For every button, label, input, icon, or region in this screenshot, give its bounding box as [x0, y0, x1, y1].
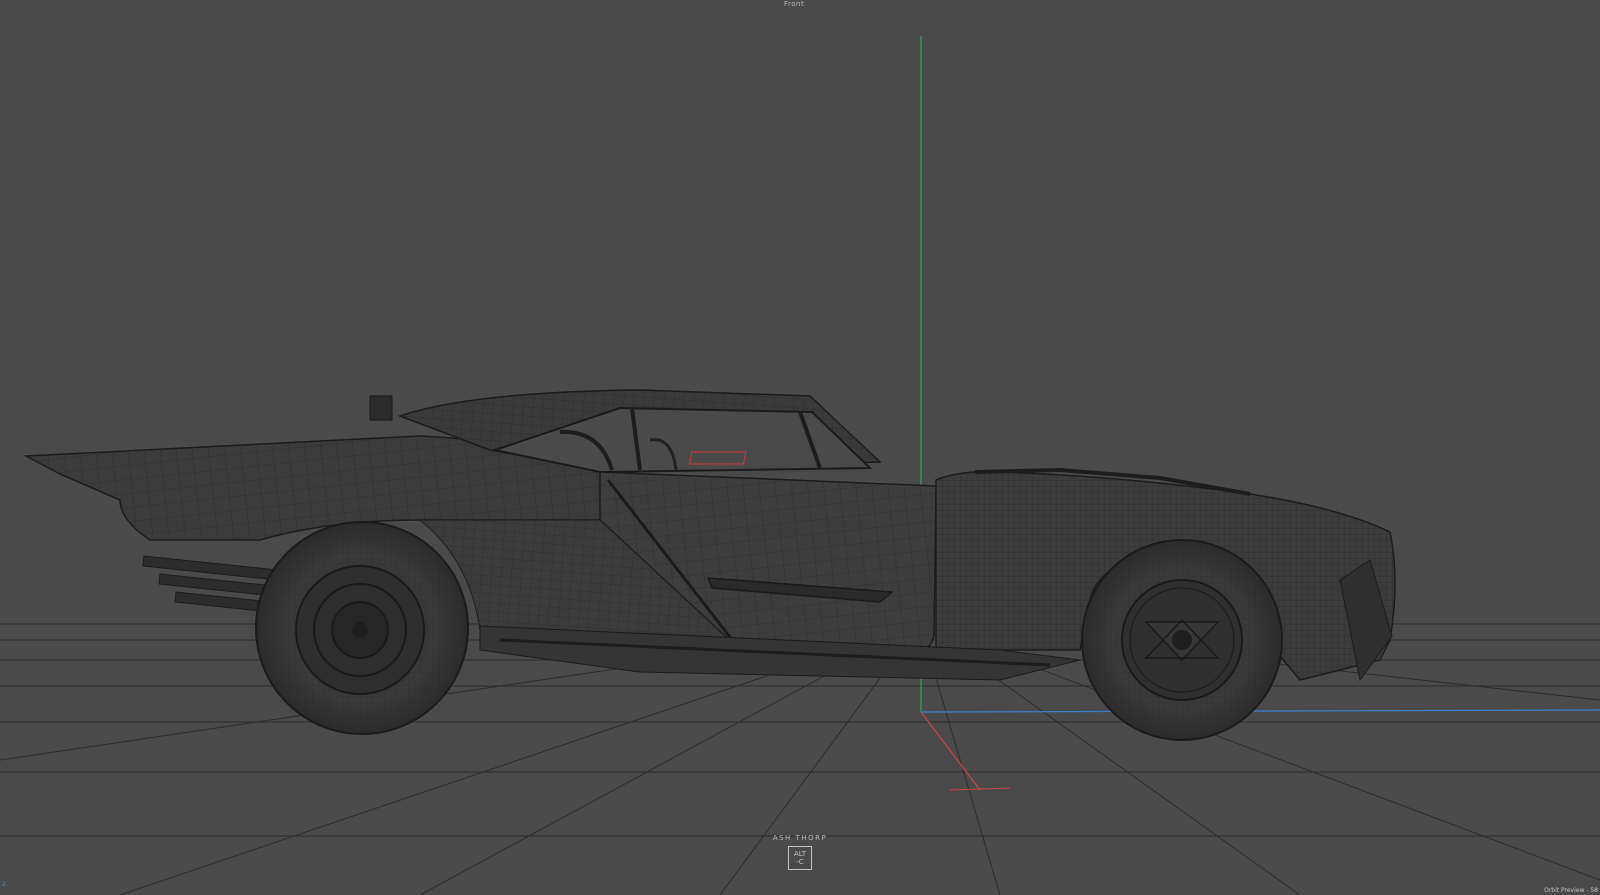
watermark-logo-line1: ALT: [793, 850, 806, 858]
bottom-right-label: Orbit Preview - 58: [1544, 887, 1598, 894]
x-axis-line: [920, 711, 981, 791]
viewport-scene[interactable]: [0, 0, 1600, 895]
3d-viewport[interactable]: Front ASH THORP ALT -C 2 Orbit Preview -…: [0, 0, 1600, 895]
car-wireframe-model[interactable]: [23, 389, 1396, 741]
watermark-name: ASH THORP: [772, 834, 828, 842]
watermark-logo-line2: -C: [796, 858, 804, 866]
view-label: Front: [784, 0, 805, 8]
rear-wheel: [255, 521, 469, 735]
air-intake: [369, 395, 393, 421]
bottom-left-label: 2: [2, 881, 6, 888]
z-axis-line: [920, 709, 1600, 713]
watermark-logo: ALT -C: [788, 846, 812, 870]
front-wheel: [1081, 539, 1283, 741]
